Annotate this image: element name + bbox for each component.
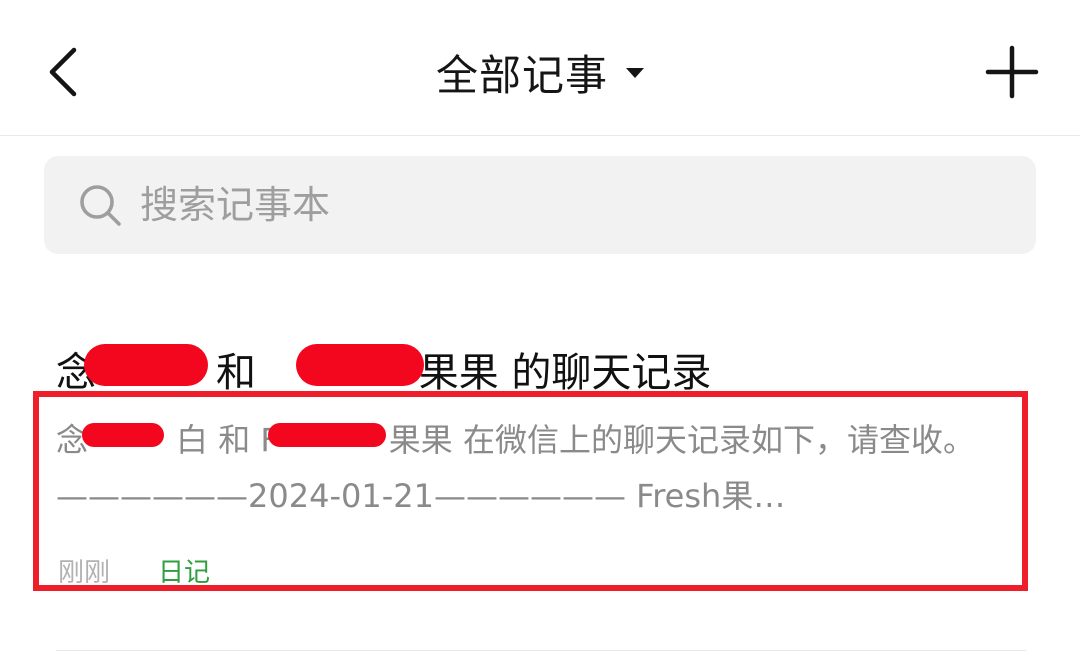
- redaction-mark: [84, 344, 208, 386]
- notebook-filter-dropdown[interactable]: 全部记事: [0, 40, 1080, 104]
- list-divider: [56, 650, 1026, 651]
- note-title-mid: 和: [216, 350, 269, 396]
- app-root: 全部记事 念和 果果 的聊天记录 念白 和 F果果 在微信上的聊天记录如下，请查…: [0, 0, 1080, 660]
- add-note-button[interactable]: [980, 40, 1044, 104]
- note-list-item[interactable]: 念和 果果 的聊天记录 念白 和 F 果果 在微信上的聊天记录如下，请查收。 ——…: [0, 300, 1080, 620]
- caret-down-icon: [626, 68, 644, 78]
- search-input[interactable]: [140, 156, 1000, 254]
- redaction-mark: [296, 344, 424, 386]
- search-bar[interactable]: [44, 156, 1036, 254]
- plus-icon: [985, 45, 1039, 99]
- page-title: 全部记事: [435, 50, 608, 100]
- top-nav-bar: 全部记事: [0, 0, 1080, 136]
- highlight-annotation-box: [33, 391, 1028, 591]
- note-title-end: 果果 的聊天记录: [418, 350, 712, 396]
- search-icon: [80, 185, 121, 226]
